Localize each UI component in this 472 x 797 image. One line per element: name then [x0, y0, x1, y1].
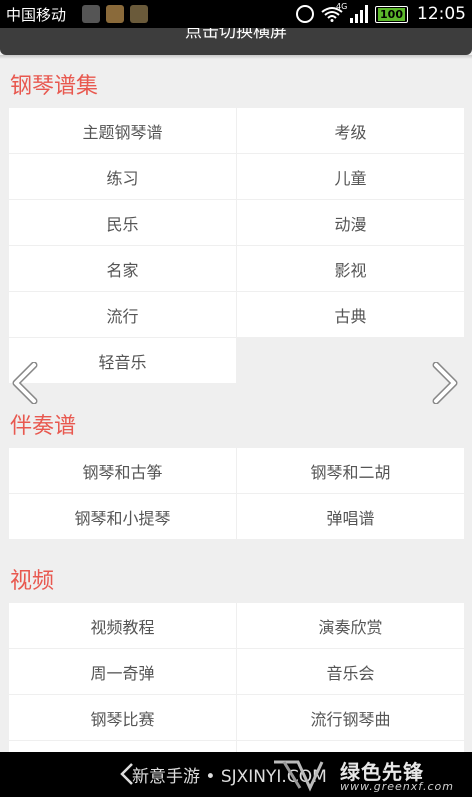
category-item[interactable]: 名家 [9, 246, 236, 291]
category-item[interactable]: 钢琴和小提琴 [9, 494, 236, 539]
notification-icon [130, 5, 148, 23]
category-item[interactable]: 钢琴和二胡 [237, 448, 464, 493]
category-item[interactable]: 考级 [237, 108, 464, 153]
category-item[interactable]: 动漫 [237, 200, 464, 245]
chevron-right-icon [432, 361, 458, 405]
section-title-piano-scores: 钢琴谱集 [10, 74, 99, 99]
bottom-bar: 新意手游 • SJXINYI.COM 绿色先锋 www.greenxf.com [0, 752, 472, 797]
next-arrow-button[interactable] [430, 361, 460, 405]
rotate-screen-label: 点击切换横屏 [185, 28, 287, 42]
category-item[interactable]: 钢琴比赛 [9, 695, 236, 740]
category-item[interactable]: 周一奇弹 [9, 649, 236, 694]
signal-icon: 4G [336, 2, 369, 23]
piano-scores-grid: 主题钢琴谱 考级 练习 儿童 民乐 动漫 名家 影视 流行 古典 轻音乐 [9, 108, 464, 383]
category-item[interactable]: 演奏欣赏 [237, 603, 464, 648]
category-item[interactable]: 主题钢琴谱 [9, 108, 236, 153]
carrier-name: 中国移动 [6, 6, 67, 24]
category-item[interactable]: 影视 [237, 246, 464, 291]
category-item[interactable]: 音乐会 [237, 649, 464, 694]
alarm-icon [296, 5, 315, 23]
category-item[interactable]: 民乐 [9, 200, 236, 245]
network-type: 4G [336, 2, 348, 11]
category-item[interactable]: 流行 [9, 292, 236, 337]
divider [0, 55, 472, 59]
category-item[interactable]: 视频教程 [9, 603, 236, 648]
status-icons: 4G 100 12:05 [296, 2, 466, 25]
chevron-left-icon [12, 361, 38, 405]
clock: 12:05 [417, 4, 466, 24]
status-bar: 中国移动 4G 100 12:05 [0, 0, 472, 28]
battery-icon: 100 [375, 5, 408, 23]
prev-arrow-button[interactable] [10, 361, 40, 405]
category-item[interactable]: 弹唱谱 [237, 494, 464, 539]
logo-icon [274, 760, 324, 792]
logo-url: www.greenxf.com [340, 780, 454, 793]
category-item[interactable]: 练习 [9, 154, 236, 199]
battery-level: 100 [378, 7, 405, 21]
section-title-accompaniment: 伴奏谱 [10, 414, 77, 439]
category-item[interactable]: 流行钢琴曲 [237, 695, 464, 740]
category-item[interactable]: 儿童 [237, 154, 464, 199]
notification-icon [82, 5, 100, 23]
section-title-videos: 视频 [10, 569, 55, 594]
accompaniment-grid: 钢琴和古筝 钢琴和二胡 钢琴和小提琴 弹唱谱 [9, 448, 464, 539]
notification-icon [106, 5, 124, 23]
rotate-screen-button[interactable]: 点击切换横屏 [0, 28, 472, 55]
category-item[interactable]: 轻音乐 [9, 338, 236, 383]
category-item[interactable]: 钢琴和古筝 [9, 448, 236, 493]
category-item[interactable]: 古典 [237, 292, 464, 337]
